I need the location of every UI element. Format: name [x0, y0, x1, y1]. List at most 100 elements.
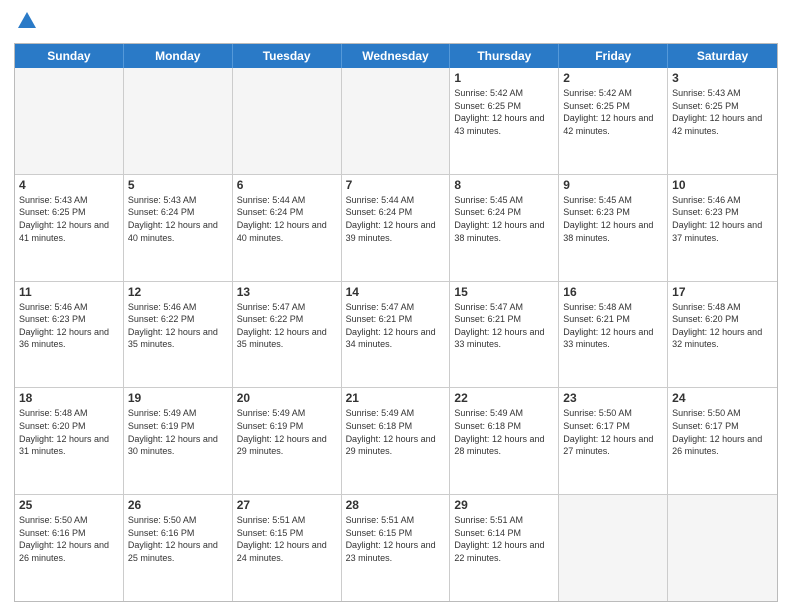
calendar-week-4: 25 Sunrise: 5:50 AMSunset: 6:16 PMDayligh… — [15, 495, 777, 601]
day-number: 2 — [563, 71, 663, 85]
day-number: 5 — [128, 178, 228, 192]
empty-cell — [15, 68, 124, 174]
day-info: Sunrise: 5:51 AMSunset: 6:15 PMDaylight:… — [346, 514, 446, 564]
day-info: Sunrise: 5:49 AMSunset: 6:19 PMDaylight:… — [128, 407, 228, 457]
day-info: Sunrise: 5:44 AMSunset: 6:24 PMDaylight:… — [346, 194, 446, 244]
day-number: 17 — [672, 285, 773, 299]
day-number: 16 — [563, 285, 663, 299]
day-number: 29 — [454, 498, 554, 512]
day-cell-21: 21 Sunrise: 5:49 AMSunset: 6:18 PMDayligh… — [342, 388, 451, 494]
day-cell-10: 10Sunrise: 5:46 AMSunset: 6:23 PMDayligh… — [668, 175, 777, 281]
day-number: 15 — [454, 285, 554, 299]
day-info: Sunrise: 5:47 AMSunset: 6:21 PMDaylight:… — [454, 301, 554, 351]
day-cell-11: 11Sunrise: 5:46 AMSunset: 6:23 PMDayligh… — [15, 282, 124, 388]
day-number: 28 — [346, 498, 446, 512]
day-cell-1: 1Sunrise: 5:42 AMSunset: 6:25 PMDaylight… — [450, 68, 559, 174]
day-cell-7: 7 Sunrise: 5:44 AMSunset: 6:24 PMDaylight… — [342, 175, 451, 281]
day-cell-14: 14 Sunrise: 5:47 AMSunset: 6:21 PMDayligh… — [342, 282, 451, 388]
day-cell-8: 8 Sunrise: 5:45 AMSunset: 6:24 PMDaylight… — [450, 175, 559, 281]
day-cell-5: 5 Sunrise: 5:43 AMSunset: 6:24 PMDaylight… — [124, 175, 233, 281]
day-info: Sunrise: 5:50 AMSunset: 6:17 PMDaylight:… — [563, 407, 663, 457]
day-info: Sunrise: 5:47 AMSunset: 6:22 PMDaylight:… — [237, 301, 337, 351]
empty-cell — [342, 68, 451, 174]
day-info: Sunrise: 5:47 AMSunset: 6:21 PMDaylight:… — [346, 301, 446, 351]
day-number: 20 — [237, 391, 337, 405]
day-info: Sunrise: 5:48 AMSunset: 6:21 PMDaylight:… — [563, 301, 663, 351]
day-cell-20: 20 Sunrise: 5:49 AMSunset: 6:19 PMDayligh… — [233, 388, 342, 494]
day-cell-26: 26 Sunrise: 5:50 AMSunset: 6:16 PMDayligh… — [124, 495, 233, 601]
day-info: Sunrise: 5:49 AMSunset: 6:18 PMDaylight:… — [454, 407, 554, 457]
calendar-week-3: 18 Sunrise: 5:48 AMSunset: 6:20 PMDayligh… — [15, 388, 777, 495]
day-number: 14 — [346, 285, 446, 299]
day-number: 21 — [346, 391, 446, 405]
day-cell-16: 16 Sunrise: 5:48 AMSunset: 6:21 PMDayligh… — [559, 282, 668, 388]
day-number: 24 — [672, 391, 773, 405]
day-number: 25 — [19, 498, 119, 512]
day-number: 27 — [237, 498, 337, 512]
day-info: Sunrise: 5:43 AMSunset: 6:25 PMDaylight:… — [672, 87, 773, 137]
day-cell-17: 17 Sunrise: 5:48 AMSunset: 6:20 PMDayligh… — [668, 282, 777, 388]
day-header-sunday: Sunday — [15, 44, 124, 68]
day-number: 6 — [237, 178, 337, 192]
day-info: Sunrise: 5:50 AMSunset: 6:16 PMDaylight:… — [19, 514, 119, 564]
day-info: Sunrise: 5:49 AMSunset: 6:18 PMDaylight:… — [346, 407, 446, 457]
day-cell-25: 25 Sunrise: 5:50 AMSunset: 6:16 PMDayligh… — [15, 495, 124, 601]
day-info: Sunrise: 5:51 AMSunset: 6:15 PMDaylight:… — [237, 514, 337, 564]
day-cell-27: 27 Sunrise: 5:51 AMSunset: 6:15 PMDayligh… — [233, 495, 342, 601]
day-header-wednesday: Wednesday — [342, 44, 451, 68]
day-cell-15: 15 Sunrise: 5:47 AMSunset: 6:21 PMDayligh… — [450, 282, 559, 388]
day-cell-23: 23 Sunrise: 5:50 AMSunset: 6:17 PMDayligh… — [559, 388, 668, 494]
logo-icon — [16, 10, 38, 32]
day-number: 26 — [128, 498, 228, 512]
day-number: 7 — [346, 178, 446, 192]
logo — [14, 10, 38, 37]
calendar-body: 1Sunrise: 5:42 AMSunset: 6:25 PMDaylight… — [15, 68, 777, 601]
day-number: 3 — [672, 71, 773, 85]
day-cell-6: 6 Sunrise: 5:44 AMSunset: 6:24 PMDaylight… — [233, 175, 342, 281]
calendar: SundayMondayTuesdayWednesdayThursdayFrid… — [14, 43, 778, 602]
day-number: 18 — [19, 391, 119, 405]
day-header-tuesday: Tuesday — [233, 44, 342, 68]
day-cell-29: 29Sunrise: 5:51 AMSunset: 6:14 PMDayligh… — [450, 495, 559, 601]
day-number: 19 — [128, 391, 228, 405]
empty-cell — [233, 68, 342, 174]
day-info: Sunrise: 5:44 AMSunset: 6:24 PMDaylight:… — [237, 194, 337, 244]
day-info: Sunrise: 5:42 AMSunset: 6:25 PMDaylight:… — [563, 87, 663, 137]
day-info: Sunrise: 5:45 AMSunset: 6:24 PMDaylight:… — [454, 194, 554, 244]
day-info: Sunrise: 5:50 AMSunset: 6:16 PMDaylight:… — [128, 514, 228, 564]
calendar-week-1: 4Sunrise: 5:43 AMSunset: 6:25 PMDaylight… — [15, 175, 777, 282]
day-info: Sunrise: 5:46 AMSunset: 6:23 PMDaylight:… — [19, 301, 119, 351]
day-info: Sunrise: 5:43 AMSunset: 6:24 PMDaylight:… — [128, 194, 228, 244]
page-header — [14, 10, 778, 37]
empty-cell — [559, 495, 668, 601]
day-header-saturday: Saturday — [668, 44, 777, 68]
day-info: Sunrise: 5:49 AMSunset: 6:19 PMDaylight:… — [237, 407, 337, 457]
day-cell-13: 13 Sunrise: 5:47 AMSunset: 6:22 PMDayligh… — [233, 282, 342, 388]
day-cell-12: 12 Sunrise: 5:46 AMSunset: 6:22 PMDayligh… — [124, 282, 233, 388]
day-info: Sunrise: 5:46 AMSunset: 6:22 PMDaylight:… — [128, 301, 228, 351]
logo-text — [14, 10, 38, 37]
day-number: 22 — [454, 391, 554, 405]
calendar-week-2: 11Sunrise: 5:46 AMSunset: 6:23 PMDayligh… — [15, 282, 777, 389]
day-header-thursday: Thursday — [450, 44, 559, 68]
day-header-friday: Friday — [559, 44, 668, 68]
day-number: 8 — [454, 178, 554, 192]
calendar-page: SundayMondayTuesdayWednesdayThursdayFrid… — [0, 0, 792, 612]
day-header-monday: Monday — [124, 44, 233, 68]
day-cell-3: 3 Sunrise: 5:43 AMSunset: 6:25 PMDaylight… — [668, 68, 777, 174]
day-number: 4 — [19, 178, 119, 192]
empty-cell — [124, 68, 233, 174]
empty-cell — [668, 495, 777, 601]
day-info: Sunrise: 5:48 AMSunset: 6:20 PMDaylight:… — [19, 407, 119, 457]
day-info: Sunrise: 5:50 AMSunset: 6:17 PMDaylight:… — [672, 407, 773, 457]
day-info: Sunrise: 5:42 AMSunset: 6:25 PMDaylight:… — [454, 87, 554, 137]
day-cell-24: 24 Sunrise: 5:50 AMSunset: 6:17 PMDayligh… — [668, 388, 777, 494]
day-number: 10 — [672, 178, 773, 192]
day-number: 9 — [563, 178, 663, 192]
day-info: Sunrise: 5:48 AMSunset: 6:20 PMDaylight:… — [672, 301, 773, 351]
day-number: 23 — [563, 391, 663, 405]
day-number: 12 — [128, 285, 228, 299]
day-cell-19: 19 Sunrise: 5:49 AMSunset: 6:19 PMDayligh… — [124, 388, 233, 494]
day-cell-4: 4Sunrise: 5:43 AMSunset: 6:25 PMDaylight… — [15, 175, 124, 281]
day-number: 13 — [237, 285, 337, 299]
